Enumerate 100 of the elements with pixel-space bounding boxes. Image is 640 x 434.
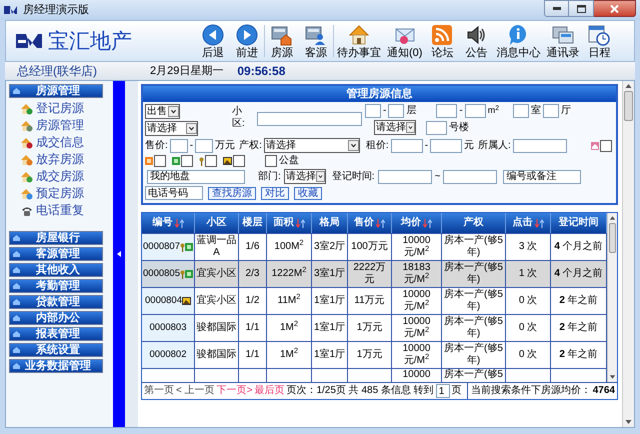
checkbox[interactable]: [265, 155, 277, 167]
table-row[interactable]: 0000804 宜宾小区 1/2 11M$^{2}$ 1室1厅 11万元 10000元/M$^{2}$ 房本一产(够5年) 0 次 2 年之前: [142, 287, 607, 314]
input-field[interactable]: [464, 104, 486, 118]
sort-icon[interactable]: [296, 218, 304, 228]
search-button[interactable]: 查找房源: [208, 186, 256, 200]
maximize-button[interactable]: [569, 0, 594, 17]
minimize-button[interactable]: [544, 0, 569, 17]
toolbar-button[interactable]: 消息中心: [493, 21, 544, 61]
toolbar-button[interactable]: 前进: [230, 21, 264, 61]
sidebar-header[interactable]: 房屋银行: [9, 231, 103, 245]
pager-link[interactable]: 下一页>: [216, 385, 252, 397]
scrollbar-thumb[interactable]: [609, 223, 616, 253]
input-field[interactable]: 电话号码: [145, 186, 203, 200]
input-field[interactable]: [443, 170, 498, 184]
toolbar-button[interactable]: 房源: [265, 21, 299, 61]
input-field[interactable]: [436, 104, 458, 118]
input-field[interactable]: 1: [436, 384, 450, 398]
listing-number: 0000803: [150, 322, 186, 334]
field-label: 元: [464, 140, 474, 152]
table-row[interactable]: 0000802 骏都国际 1/1 1M$^{2}$ 1室1厅 1万元 10000元/M$^{2}$ 房本一产(够5年) 0 次 2 年之前: [142, 341, 607, 368]
sidebar-header[interactable]: 内部办公: [9, 311, 103, 325]
field-label: 所属人:: [478, 140, 511, 152]
toolbar-button[interactable]: 日程: [582, 21, 616, 61]
sidebar-header[interactable]: 房源管理: [9, 84, 103, 98]
sidebar-item[interactable]: 登记房源: [21, 102, 113, 115]
sidebar-item[interactable]: 成交房源: [21, 170, 113, 183]
column-header[interactable]: 点击: [506, 213, 551, 233]
checkbox[interactable]: [205, 155, 217, 167]
scrollbar[interactable]: [607, 213, 617, 382]
table-row[interactable]: 0000803 骏都国际 1/1 1M$^{2}$ 1室1厅 1万元 10000元/M$^{2}$ 房本一产(够5年) 0 次 2 年之前: [142, 314, 607, 341]
house-icon: [21, 136, 33, 148]
toolbar-button[interactable]: 后退: [196, 21, 230, 61]
dropdown[interactable]: 请选择: [284, 169, 326, 184]
sort-icon[interactable]: [376, 218, 385, 228]
dropdown[interactable]: 请选择: [145, 121, 198, 136]
search-button[interactable]: 对比: [261, 186, 289, 200]
dropdown[interactable]: 请选择: [264, 138, 360, 153]
sidebar-item[interactable]: 放弃房源: [21, 153, 113, 166]
toolbar-button[interactable]: 待办事宜: [334, 21, 384, 61]
column-header[interactable]: 编号: [142, 213, 195, 233]
search-button[interactable]: 收藏: [294, 186, 322, 200]
checkbox[interactable]: [600, 140, 612, 152]
column-header[interactable]: 楼层: [239, 213, 267, 233]
sort-icon[interactable]: [174, 218, 184, 228]
input-field[interactable]: [512, 138, 567, 152]
input-field[interactable]: [426, 120, 447, 134]
dropdown[interactable]: 请选择: [374, 120, 416, 135]
input-field[interactable]: [390, 138, 423, 152]
sidebar-item[interactable]: 成交信息: [21, 136, 113, 149]
column-header[interactable]: 登记时间: [551, 213, 607, 233]
input-field[interactable]: [430, 138, 462, 152]
input-field[interactable]: [378, 170, 432, 184]
field-label: 部门:: [258, 170, 281, 182]
column-header[interactable]: 面积: [267, 213, 312, 233]
toolbar-button[interactable]: 论坛: [425, 21, 460, 61]
sidebar-header[interactable]: 考勤管理: [9, 279, 103, 293]
column-header[interactable]: 小区: [195, 213, 239, 233]
checkbox[interactable]: [181, 155, 193, 167]
listing-number: 0000807: [143, 241, 180, 253]
sidebar-item[interactable]: 预定房源: [21, 187, 113, 200]
sort-icon[interactable]: [534, 218, 544, 228]
input-field[interactable]: [257, 112, 362, 126]
input-field[interactable]: [170, 138, 188, 152]
column-header[interactable]: 均价: [392, 213, 442, 233]
input-field[interactable]: [195, 138, 214, 152]
input-field[interactable]: 编号或备注: [503, 170, 582, 184]
column-header[interactable]: 格局: [312, 213, 348, 233]
sidebar-item[interactable]: 电话重复: [21, 204, 113, 217]
dropdown[interactable]: 出售: [145, 104, 180, 119]
panel-title: 管理房源信息: [143, 86, 616, 102]
sidebar-header[interactable]: 报表管理: [9, 327, 103, 341]
toolbar-button[interactable]: 公告: [459, 21, 494, 61]
input-field[interactable]: 我的地盘: [147, 170, 245, 184]
input-field[interactable]: [388, 104, 404, 118]
collapse-arrow-icon[interactable]: [117, 251, 121, 257]
house-tag-icon: [591, 142, 599, 150]
input-field[interactable]: [542, 104, 559, 118]
scrollbar-thumb[interactable]: [624, 91, 633, 121]
pager-link[interactable]: 最后页: [254, 385, 284, 397]
key-icon: [199, 156, 204, 166]
toolbar-button[interactable]: 通讯录: [543, 21, 582, 61]
toolbar-button[interactable]: 通知(0): [384, 21, 426, 61]
column-header[interactable]: 产权: [442, 213, 506, 233]
close-button[interactable]: [594, 0, 636, 17]
sidebar-header[interactable]: 系统设置: [9, 343, 103, 357]
sidebar-item[interactable]: 房源管理: [21, 119, 113, 132]
checkbox[interactable]: [233, 155, 245, 167]
input-field[interactable]: [365, 104, 381, 118]
scrollbar[interactable]: [622, 81, 634, 427]
caret-icon: [316, 171, 325, 182]
sidebar-header[interactable]: 业务数据管理: [9, 359, 103, 373]
checkbox[interactable]: [154, 155, 166, 167]
sidebar-header[interactable]: 贷款管理: [9, 295, 103, 309]
sidebar-header[interactable]: 客源管理: [9, 247, 103, 261]
minimize-icon: [552, 7, 560, 10]
input-field[interactable]: [512, 104, 529, 118]
column-header[interactable]: 售价: [348, 213, 392, 233]
sort-icon[interactable]: [423, 218, 432, 228]
sidebar-header[interactable]: 其他收入: [9, 263, 103, 277]
toolbar-button[interactable]: 客源: [299, 21, 333, 61]
